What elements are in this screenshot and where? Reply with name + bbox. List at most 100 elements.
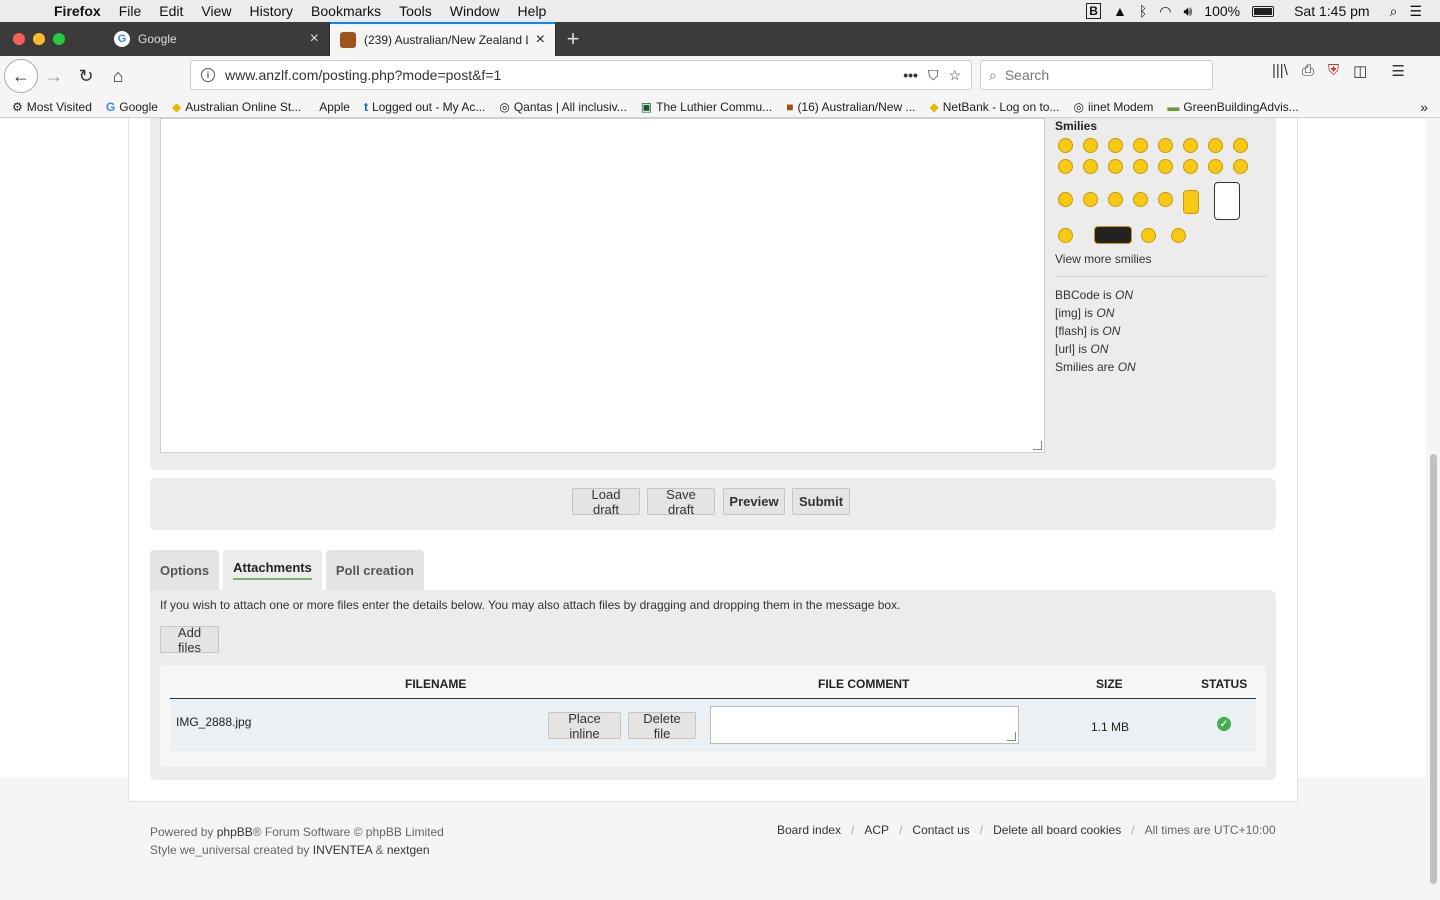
new-tab-button[interactable]: + (556, 22, 590, 56)
bookmark-greenbuilding[interactable]: ▬ GreenBuildingAdvis... (1167, 100, 1298, 114)
volume-icon[interactable]: 🔊︎ (1183, 3, 1192, 20)
smiley-icon[interactable] (1083, 138, 1098, 153)
smiley-pointing-icon[interactable] (1183, 190, 1199, 214)
close-tab-icon[interactable]: × (310, 30, 319, 48)
close-window-button[interactable] (13, 33, 25, 45)
forward-button[interactable]: → (38, 60, 70, 92)
menu-tools[interactable]: Tools (390, 3, 441, 19)
page-actions-icon[interactable]: ••• (903, 67, 918, 83)
smiley-icon[interactable] (1058, 138, 1073, 153)
spotlight-search-icon[interactable]: ⌕ (1390, 3, 1398, 20)
bookmark-star-icon[interactable]: ☆ (948, 67, 961, 84)
preview-button[interactable]: Preview (723, 488, 785, 515)
smiley-icon[interactable] (1141, 228, 1156, 243)
menu-app-firefox[interactable]: Firefox (54, 3, 110, 19)
delete-cookies-link[interactable]: Delete all board cookies (993, 823, 1121, 837)
tab-poll-creation[interactable]: Poll creation (325, 550, 424, 590)
site-info-icon[interactable]: i (201, 68, 215, 82)
library-icon[interactable]: |||\ (1272, 62, 1288, 80)
nextgen-link[interactable]: nextgen (387, 843, 430, 857)
url-text[interactable]: www.anzlf.com/posting.php?mode=post&f=1 (225, 67, 893, 83)
add-files-button[interactable]: Add files (160, 625, 219, 655)
smiley-icon[interactable] (1208, 159, 1223, 174)
minimize-window-button[interactable] (33, 33, 45, 45)
resize-grip-icon[interactable] (1033, 441, 1042, 450)
notification-center-icon[interactable]: ☰ (1409, 3, 1422, 20)
smiley-icon[interactable] (1183, 138, 1198, 153)
load-draft-button[interactable]: Load draft (572, 487, 640, 517)
url-bar[interactable]: i www.anzlf.com/posting.php?mode=post&f=… (190, 60, 972, 90)
google-drive-icon[interactable]: ▲ (1113, 3, 1127, 19)
ublock-shield-icon[interactable]: ⛨ (1328, 62, 1339, 80)
bookmark-telstra[interactable]: t Logged out - My Ac... (364, 100, 485, 114)
submit-button[interactable]: Submit (792, 488, 850, 515)
more-bookmarks-chevron-icon[interactable]: » (1420, 99, 1440, 115)
menu-help[interactable]: Help (509, 3, 556, 19)
message-textarea[interactable] (160, 118, 1045, 453)
smiley-icon[interactable] (1108, 138, 1123, 153)
bookmark-google[interactable]: G Google (106, 100, 158, 114)
resize-grip-icon[interactable] (1007, 732, 1016, 741)
menu-window[interactable]: Window (441, 3, 509, 19)
menu-edit[interactable]: Edit (150, 3, 192, 19)
reload-button[interactable]: ↻ (70, 60, 102, 92)
smiley-icon[interactable] (1158, 138, 1173, 153)
acp-link[interactable]: ACP (864, 823, 889, 837)
smiley-icon[interactable] (1108, 192, 1123, 207)
smiley-icon[interactable] (1133, 192, 1148, 207)
clock[interactable]: Sat 1:45 pm (1294, 3, 1370, 19)
wifi-icon[interactable]: ◠ (1159, 3, 1171, 20)
smiley-toilet-icon[interactable] (1214, 182, 1240, 220)
menu-history[interactable]: History (240, 3, 302, 19)
bookmark-qantas[interactable]: ◎ Qantas | All inclusiv... (499, 100, 626, 114)
smiley-icon[interactable] (1158, 192, 1173, 207)
tab-google[interactable]: G Google × (104, 22, 330, 56)
bookmark-anzlf[interactable]: ■ (16) Australian/New ... (786, 100, 915, 114)
smiley-icon[interactable] (1208, 138, 1223, 153)
bookmark-most-visited[interactable]: ⚙ Most Visited (12, 100, 92, 114)
sidebar-icon[interactable]: ◫ (1353, 62, 1367, 80)
tab-anzlf[interactable]: (239) Australian/New Zealand L × (330, 22, 556, 56)
smiley-icon[interactable] (1233, 138, 1248, 153)
view-more-smilies-link[interactable]: View more smilies (1055, 252, 1151, 266)
smiley-icon[interactable] (1058, 192, 1073, 207)
smiley-icon[interactable] (1233, 159, 1248, 174)
smiley-icon[interactable] (1183, 159, 1198, 174)
bitdefender-icon[interactable]: B (1086, 3, 1101, 19)
save-draft-button[interactable]: Save draft (647, 487, 715, 517)
bookmark-iinet[interactable]: ◎ iinet Modem (1073, 100, 1153, 114)
smiley-icon[interactable] (1058, 159, 1073, 174)
bookmark-apple[interactable]: Apple (315, 100, 350, 114)
delete-file-button[interactable]: Delete file (628, 711, 696, 741)
smiley-icon[interactable] (1083, 159, 1098, 174)
home-button[interactable]: ⌂ (102, 60, 134, 92)
menu-file[interactable]: File (110, 3, 151, 19)
contact-us-link[interactable]: Contact us (912, 823, 969, 837)
inventea-link[interactable]: INVENTEA (313, 843, 372, 857)
phpbb-link[interactable]: phpBB (217, 825, 253, 839)
close-tab-icon[interactable]: × (536, 31, 545, 49)
back-button[interactable]: ← (4, 59, 38, 93)
menu-bookmarks[interactable]: Bookmarks (302, 3, 390, 19)
tab-options[interactable]: Options (150, 550, 220, 590)
place-inline-button[interactable]: Place inline (548, 711, 621, 741)
smiley-car-icon[interactable] (1094, 226, 1132, 244)
zoom-window-button[interactable] (53, 33, 65, 45)
smiley-icon[interactable] (1108, 159, 1123, 174)
smiley-icon[interactable] (1171, 228, 1186, 243)
print-icon[interactable]: ⎙ (1302, 62, 1314, 80)
tab-attachments[interactable]: Attachments (223, 550, 322, 590)
board-index-link[interactable]: Board index (777, 823, 841, 837)
smiley-icon[interactable] (1133, 138, 1148, 153)
bookmark-luthier[interactable]: ▣ The Luthier Commu... (641, 100, 772, 114)
smiley-icon[interactable] (1133, 159, 1148, 174)
search-bar[interactable]: ⌕ Search (980, 60, 1213, 90)
menu-view[interactable]: View (192, 3, 240, 19)
smiley-icon[interactable] (1058, 228, 1073, 243)
bookmark-australian-online[interactable]: ◆ Australian Online St... (172, 100, 301, 114)
smiley-icon[interactable] (1158, 159, 1173, 174)
bookmark-netbank[interactable]: ◆ NetBank - Log on to... (930, 100, 1060, 114)
scrollbar-thumb[interactable] (1430, 454, 1437, 884)
hamburger-menu-icon[interactable]: ☰ (1391, 62, 1404, 80)
file-comment-input[interactable] (710, 706, 1019, 744)
